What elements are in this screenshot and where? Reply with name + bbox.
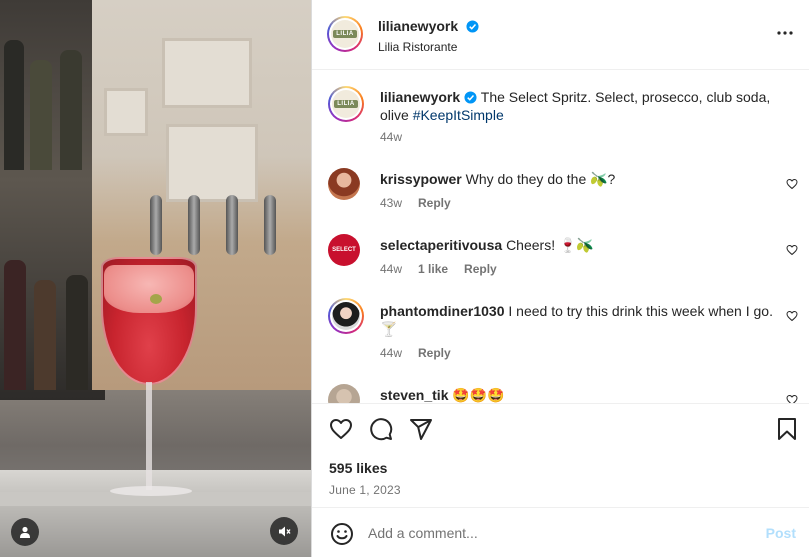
heart-icon[interactable] bbox=[786, 310, 798, 322]
lilia-logo: LILIA bbox=[331, 20, 359, 48]
comment-item: SELECT selectaperitivousa Cheers! 🍷🫒 44w… bbox=[328, 234, 798, 284]
glass-stem bbox=[146, 382, 152, 490]
comment-icon[interactable] bbox=[369, 417, 393, 441]
reply-button[interactable]: Reply bbox=[418, 196, 451, 210]
cocktail-foam bbox=[104, 265, 194, 313]
comment-text: selectaperitivousa Cheers! 🍷🫒 bbox=[380, 236, 776, 254]
lilia-logo: LILIA bbox=[332, 90, 360, 118]
comment-body: Cheers! 🍷🫒 bbox=[506, 237, 594, 253]
post-button[interactable]: Post bbox=[766, 525, 796, 541]
bookmark-icon[interactable] bbox=[775, 417, 799, 441]
heart-icon[interactable] bbox=[786, 244, 798, 256]
post-media[interactable] bbox=[0, 0, 311, 557]
tagged-users-button[interactable] bbox=[11, 518, 39, 546]
comment-body: Why do they do the 🫒? bbox=[465, 171, 616, 187]
comment-text: krissypower Why do they do the 🫒? bbox=[380, 170, 776, 188]
avatar[interactable] bbox=[328, 168, 360, 200]
comment-text: phantomdiner1030 I need to try this drin… bbox=[380, 302, 776, 338]
caption-username[interactable]: lilianewyork bbox=[380, 89, 460, 105]
caption: LILIA lilianewyork The Select Spritz. Se… bbox=[328, 86, 798, 156]
comment-body: 🤩🤩🤩 bbox=[452, 387, 505, 403]
timestamp[interactable]: 44w bbox=[380, 346, 402, 360]
hashtag-link[interactable]: #KeepItSimple bbox=[413, 107, 504, 123]
logo-text: LILIA bbox=[334, 100, 358, 108]
comment-meta: 44w Reply bbox=[380, 346, 467, 360]
verified-icon bbox=[464, 91, 477, 104]
avatar[interactable]: SELECT bbox=[328, 234, 360, 266]
comment-username[interactable]: selectaperitivousa bbox=[380, 237, 502, 253]
background-tap bbox=[226, 195, 238, 255]
action-bar: 595 likes June 1, 2023 bbox=[312, 403, 809, 507]
background-tap bbox=[264, 195, 276, 255]
post-header: LILIA lilianewyork Lilia Ristorante bbox=[312, 0, 809, 70]
comment-composer: Post bbox=[312, 507, 809, 557]
comment-item: krissypower Why do they do the 🫒? 43w Rep… bbox=[328, 168, 798, 218]
likes-count[interactable]: 1 like bbox=[418, 262, 448, 276]
comment-item: steven_tik 🤩🤩🤩 bbox=[328, 384, 798, 403]
comments-list[interactable]: LILIA lilianewyork The Select Spritz. Se… bbox=[312, 70, 809, 403]
logo-text: LILIA bbox=[333, 30, 357, 38]
comment-username[interactable]: krissypower bbox=[380, 171, 462, 187]
comment-username[interactable]: steven_tik bbox=[380, 387, 448, 403]
avatar[interactable] bbox=[328, 384, 360, 403]
header-username[interactable]: lilianewyork bbox=[378, 18, 458, 34]
avatar[interactable]: LILIA bbox=[328, 86, 364, 122]
location-link[interactable]: Lilia Ristorante bbox=[378, 40, 457, 54]
background-bottle bbox=[4, 260, 26, 390]
olive bbox=[150, 294, 162, 304]
background-bottle bbox=[66, 275, 88, 390]
background-frame bbox=[104, 88, 148, 136]
timestamp[interactable]: 44w bbox=[380, 130, 402, 144]
avatar[interactable] bbox=[328, 298, 364, 334]
avatar-photo bbox=[332, 302, 360, 330]
post-panel: LILIA lilianewyork Lilia Ristorante LILI… bbox=[311, 0, 809, 557]
background-bottle bbox=[34, 280, 56, 390]
caption-text: lilianewyork The Select Spritz. Select, … bbox=[380, 88, 776, 124]
comment-meta: 43w Reply bbox=[380, 196, 467, 210]
avatar[interactable]: LILIA bbox=[327, 16, 363, 52]
glass-base bbox=[110, 486, 192, 496]
background-frame bbox=[166, 124, 258, 202]
heart-icon[interactable] bbox=[329, 417, 353, 441]
heart-icon[interactable] bbox=[786, 394, 798, 403]
likes-count[interactable]: 595 likes bbox=[329, 460, 387, 476]
verified-icon bbox=[466, 20, 479, 33]
user-tag-icon bbox=[20, 526, 30, 538]
comment-item: phantomdiner1030 I need to try this drin… bbox=[328, 298, 798, 362]
select-logo: SELECT bbox=[332, 247, 356, 253]
comment-meta: 44w 1 like Reply bbox=[380, 262, 513, 276]
caption-meta: 44w bbox=[380, 130, 418, 144]
reply-button[interactable]: Reply bbox=[464, 262, 497, 276]
bar-counter bbox=[0, 470, 311, 557]
background-bottle bbox=[4, 40, 24, 170]
post-date[interactable]: June 1, 2023 bbox=[329, 483, 401, 497]
reply-button[interactable]: Reply bbox=[418, 346, 451, 360]
more-icon[interactable] bbox=[776, 24, 794, 42]
emoji-icon[interactable] bbox=[330, 522, 354, 546]
comment-username[interactable]: phantomdiner1030 bbox=[380, 303, 504, 319]
background-frame bbox=[162, 38, 252, 108]
background-tap bbox=[150, 195, 162, 255]
heart-icon[interactable] bbox=[786, 178, 798, 190]
mute-button[interactable] bbox=[270, 517, 298, 545]
background-bottle bbox=[60, 50, 82, 170]
mute-icon bbox=[278, 526, 291, 536]
comment-input[interactable] bbox=[368, 522, 748, 544]
timestamp[interactable]: 43w bbox=[380, 196, 402, 210]
comment-text: steven_tik 🤩🤩🤩 bbox=[380, 386, 776, 403]
share-icon[interactable] bbox=[409, 417, 433, 441]
background-bottle bbox=[30, 60, 52, 170]
timestamp[interactable]: 44w bbox=[380, 262, 402, 276]
background-tap bbox=[188, 195, 200, 255]
